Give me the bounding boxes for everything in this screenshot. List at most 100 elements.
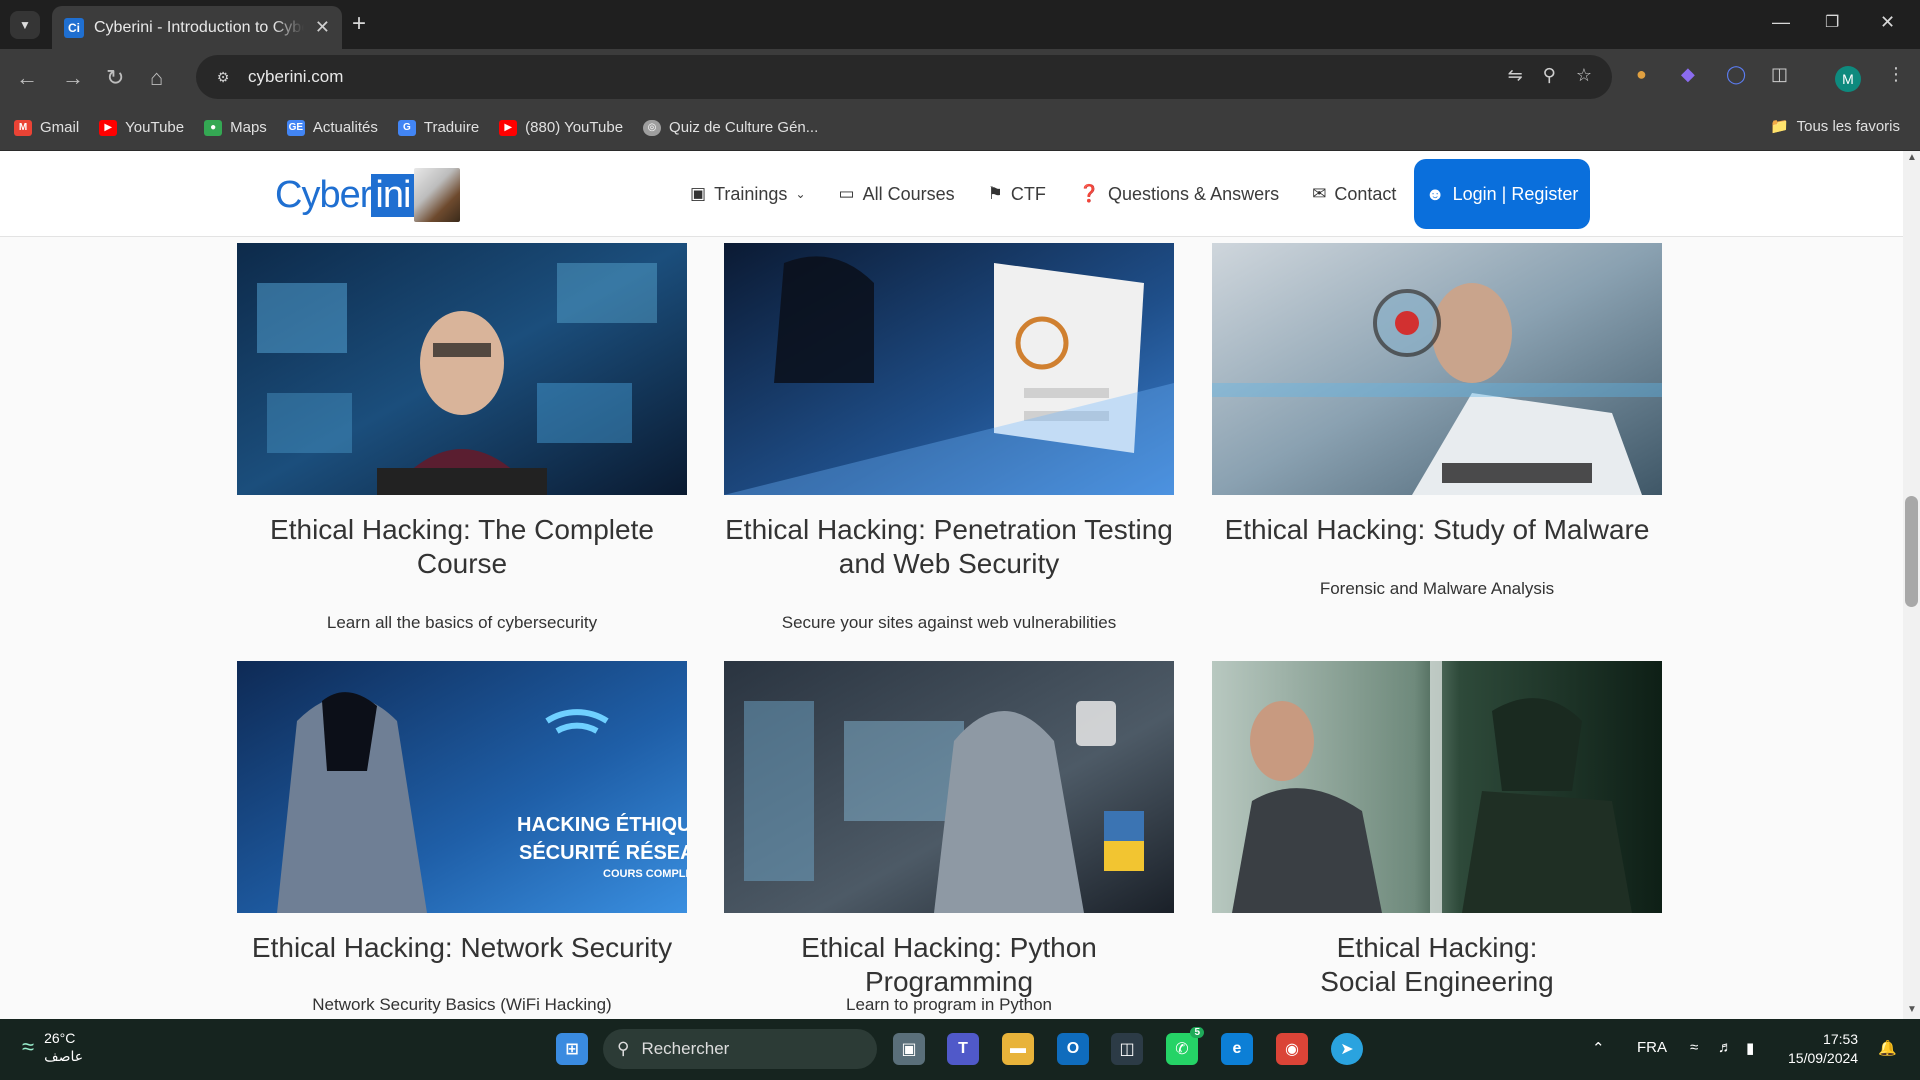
bookmark-youtube[interactable]: ▶ YouTube bbox=[99, 119, 184, 136]
language-indicator[interactable]: FRA bbox=[1637, 1039, 1667, 1056]
minimize-icon[interactable]: — bbox=[1772, 12, 1790, 33]
windows-taskbar: ≈ 26°C عاصف ⊞ ⚲ Rechercher ▣ T ▬ O ◫ ✆ 5… bbox=[0, 1019, 1920, 1080]
translate-icon: G bbox=[397, 119, 416, 136]
bookmark-maps[interactable]: ● Maps bbox=[204, 119, 267, 136]
chevron-down-icon: ⌄ bbox=[795, 187, 806, 201]
folder-icon: 📁 bbox=[1769, 118, 1789, 135]
menu-all-courses[interactable]: ▭ All Courses bbox=[839, 184, 955, 205]
user-icon: ☻ bbox=[1425, 183, 1445, 204]
course-image[interactable] bbox=[237, 243, 687, 495]
course-title[interactable]: Ethical Hacking: The Complete Course bbox=[237, 513, 687, 581]
bookmarks-bar: M Gmail ▶ YouTube ● Maps GE Actualités G Trad… bbox=[0, 105, 1920, 151]
task-view-icon[interactable]: ▣ bbox=[893, 1033, 925, 1065]
logo-mascot-image bbox=[414, 168, 461, 222]
bookmark-youtube-880[interactable]: ▶ (880) YouTube bbox=[499, 119, 623, 136]
whatsapp-badge: 5 bbox=[1190, 1027, 1204, 1038]
outlook-icon[interactable]: O bbox=[1057, 1033, 1089, 1065]
teams-icon[interactable]: T bbox=[947, 1033, 979, 1065]
back-icon[interactable]: ← bbox=[16, 65, 38, 91]
zoom-icon[interactable]: ⚲ bbox=[1543, 65, 1556, 86]
system-clock[interactable]: 17:53 15/09/2024 bbox=[1788, 1030, 1858, 1068]
site-info-icon[interactable]: ⚙ bbox=[210, 64, 236, 90]
cube-app-icon[interactable]: ◫ bbox=[1111, 1033, 1143, 1065]
course-description: Learn all the basics of cybersecurity bbox=[326, 613, 598, 632]
bookmark-quiz[interactable]: ◎ Quiz de Culture Gén... bbox=[643, 119, 818, 136]
course-description: Learn to program in Python bbox=[845, 995, 1052, 1014]
bookmark-actualites[interactable]: GE Actualités bbox=[286, 119, 378, 136]
chrome-icon[interactable]: ◉ bbox=[1276, 1033, 1308, 1065]
tab-title: Cyberini - Introduction to Cybersecurity bbox=[94, 18, 304, 36]
address-bar[interactable]: ⚙ cyberini.com ⇋ ⚲ ☆ bbox=[196, 55, 1612, 99]
window-close-icon[interactable]: ✕ bbox=[1880, 12, 1895, 33]
edge-icon[interactable]: e bbox=[1221, 1033, 1253, 1065]
globe-icon: ◎ bbox=[643, 119, 662, 136]
reload-icon[interactable]: ↻ bbox=[106, 65, 124, 91]
scrollbar-thumb[interactable] bbox=[1905, 496, 1918, 607]
browser-tab-bar: ▼ Ci Cyberini - Introduction to Cybersec… bbox=[0, 0, 1920, 49]
tab-search-button[interactable]: ▼ bbox=[10, 11, 40, 39]
course-image[interactable] bbox=[724, 243, 1174, 495]
menu-trainings[interactable]: ▣ Trainings ⌄ bbox=[690, 184, 806, 205]
news-icon: GE bbox=[286, 119, 305, 136]
bookmark-gmail[interactable]: M Gmail bbox=[14, 119, 79, 136]
web-page: Cyber ini ▣ Trainings ⌄ ▭ All Courses ⚑ CTF … bbox=[0, 151, 1903, 1019]
course-description: Secure your sites against web vulnerabil… bbox=[781, 613, 1117, 632]
notification-bell-icon[interactable]: 🔔 bbox=[1878, 1039, 1897, 1057]
course-image[interactable] bbox=[724, 661, 1174, 913]
course-title[interactable]: Ethical Hacking: Penetration Testing and… bbox=[724, 513, 1174, 581]
site-header: Cyber ini ▣ Trainings ⌄ ▭ All Courses ⚑ CTF … bbox=[0, 151, 1903, 237]
tray-chevron-up-icon[interactable]: ⌃ bbox=[1592, 1039, 1605, 1057]
volume-icon[interactable]: ♬ bbox=[1718, 1039, 1733, 1056]
url-text[interactable]: cyberini.com bbox=[248, 67, 343, 87]
scroll-up-icon[interactable]: ▲ bbox=[1907, 152, 1917, 163]
course-image[interactable]: HACKING ÉTHIQUE SÉCURITÉ RÉSEAU COURS CO… bbox=[237, 661, 687, 913]
envelope-icon: ✉ bbox=[1312, 184, 1327, 203]
all-bookmarks-button[interactable]: 📁 Tous les favoris bbox=[1769, 117, 1900, 136]
extensions-puzzle-icon[interactable]: ◫ bbox=[1771, 64, 1788, 85]
whatsapp-icon[interactable]: ✆ 5 bbox=[1166, 1027, 1204, 1065]
file-explorer-icon[interactable]: ▬ bbox=[1002, 1033, 1034, 1065]
shield-extension-icon[interactable]: ◯ bbox=[1726, 64, 1746, 85]
youtube-icon: ▶ bbox=[499, 119, 518, 136]
search-icon: ⚲ bbox=[617, 1039, 630, 1058]
scroll-down-icon[interactable]: ▼ bbox=[1907, 1004, 1917, 1015]
new-tab-icon[interactable]: + bbox=[352, 12, 366, 36]
image-caption-line3: COURS COMPLET bbox=[603, 868, 687, 880]
youtube-icon: ▶ bbox=[99, 119, 118, 136]
flag-icon: ⚑ bbox=[987, 184, 1003, 203]
profile-avatar[interactable]: M bbox=[1835, 66, 1861, 92]
course-title[interactable]: Ethical Hacking: Network Security bbox=[237, 931, 687, 965]
home-icon[interactable]: ⌂ bbox=[150, 65, 163, 91]
translate-icon[interactable]: ⇋ bbox=[1508, 65, 1523, 86]
question-circle-icon: ❓ bbox=[1078, 184, 1101, 203]
course-title[interactable]: Ethical Hacking: Social Engineering bbox=[1212, 931, 1662, 999]
course-description: Network Security Basics (WiFi Hacking) bbox=[312, 995, 612, 1014]
cookie-extension-icon[interactable]: ● bbox=[1636, 64, 1647, 85]
login-register-button[interactable]: ☻ Login | Register bbox=[1414, 159, 1590, 229]
course-title[interactable]: Ethical Hacking: Python Programming bbox=[724, 931, 1174, 999]
close-tab-icon[interactable]: ✕ bbox=[315, 17, 330, 38]
bookmark-traduire[interactable]: G Traduire bbox=[397, 119, 479, 136]
course-image[interactable] bbox=[1212, 661, 1662, 913]
menu-questions-answers[interactable]: ❓ Questions & Answers bbox=[1079, 184, 1279, 205]
active-tab[interactable]: Ci Cyberini - Introduction to Cybersecur… bbox=[52, 6, 342, 49]
browser-menu-icon[interactable]: ⋮ bbox=[1887, 64, 1905, 85]
telegram-icon[interactable]: ➤ bbox=[1331, 1033, 1363, 1065]
course-title[interactable]: Ethical Hacking: Study of Malware bbox=[1212, 513, 1662, 547]
forward-icon[interactable]: → bbox=[62, 65, 84, 91]
menu-contact[interactable]: ✉ Contact bbox=[1312, 184, 1396, 205]
extension-drop-icon[interactable]: ◆ bbox=[1681, 64, 1695, 85]
restore-icon[interactable]: ❐ bbox=[1825, 12, 1839, 32]
menu-ctf[interactable]: ⚑ CTF bbox=[988, 184, 1046, 205]
wifi-icon[interactable]: ≈ bbox=[1690, 1039, 1698, 1056]
site-logo[interactable]: Cyber ini bbox=[275, 168, 461, 222]
course-image[interactable] bbox=[1212, 243, 1662, 495]
site-favicon-icon: Ci bbox=[64, 17, 84, 38]
taskbar-search[interactable]: ⚲ Rechercher bbox=[603, 1029, 877, 1069]
start-windows-icon[interactable]: ⊞ bbox=[556, 1033, 588, 1065]
image-caption-line1: HACKING ÉTHIQUE bbox=[517, 813, 687, 836]
weather-widget[interactable]: ≈ 26°C عاصف bbox=[22, 1029, 83, 1065]
battery-icon[interactable]: ▮ bbox=[1746, 1039, 1754, 1057]
bookmark-star-icon[interactable]: ☆ bbox=[1576, 65, 1592, 86]
wind-icon: ≈ bbox=[22, 1034, 35, 1059]
